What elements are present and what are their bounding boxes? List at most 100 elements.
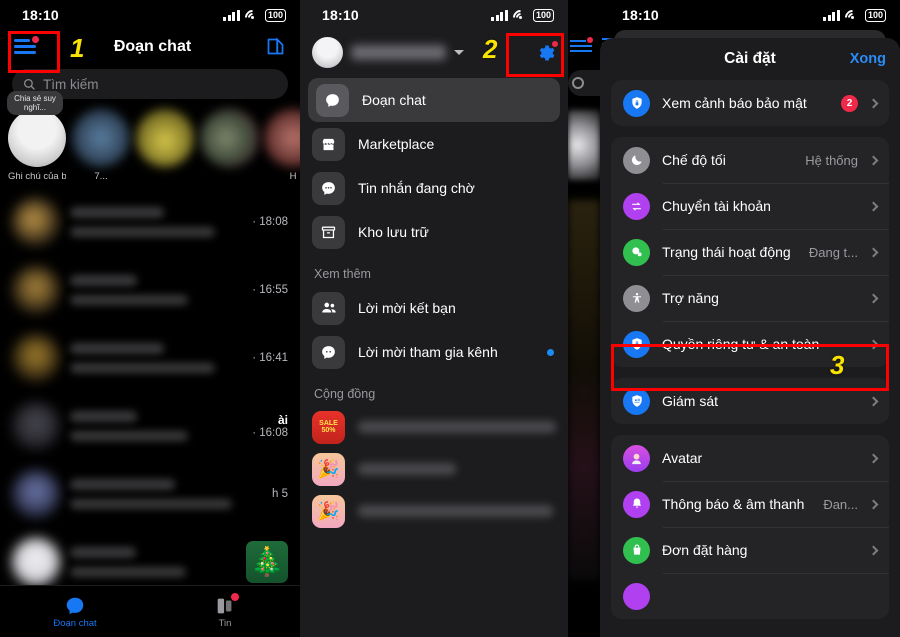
wifi-icon: [241, 6, 264, 28]
chat-timestamp: · 16:41: [252, 352, 288, 364]
settings-row-notifications[interactable]: Thông báo & âm thanh Đan...: [611, 481, 889, 527]
background-chat-peek: [568, 0, 600, 637]
note-bubble: Chia sẻ suy nghĩ...: [7, 91, 63, 115]
tab-chats[interactable]: Đoạn chat: [0, 586, 150, 637]
hamburger-menu-icon[interactable]: [14, 35, 40, 57]
panel-drawer-menu: 18:10 100 Đoạn chat Marketplace Tin nhắn…: [300, 0, 600, 637]
sidebar-item-archive[interactable]: Kho lưu trữ: [300, 210, 568, 254]
settings-row-switch-account[interactable]: Chuyển tài khoản: [611, 183, 889, 229]
table-row[interactable]: · 16:55: [0, 256, 300, 324]
chevron-right-icon: [868, 499, 879, 509]
privacy-lock-icon: [623, 330, 650, 358]
settings-row-label: Avatar: [662, 450, 703, 466]
story-item[interactable]: H: [264, 109, 300, 182]
annotation-step-1: 1: [70, 33, 85, 63]
settings-row-security-alerts[interactable]: Xem cảnh báo bảo mật 2: [611, 80, 889, 126]
settings-row-label: Trạng thái hoạt động: [662, 244, 791, 260]
sidebar-item-label: Tin nhắn đang chờ: [358, 180, 475, 196]
settings-row-dark-mode[interactable]: Chế độ tối Hệ thống: [611, 137, 889, 183]
list-item[interactable]: [300, 490, 568, 532]
settings-row-label: Xem cảnh báo bảo mật: [662, 95, 807, 111]
list-item[interactable]: [300, 448, 568, 490]
settings-group: Chế độ tối Hệ thống Chuyển tài khoản Trạ…: [611, 137, 889, 367]
table-row[interactable]: · 16:41: [0, 324, 300, 392]
chat-bubble-icon: [64, 595, 86, 615]
story-item[interactable]: Chia sẻ suy nghĩ... Ghi chú của b...: [7, 91, 66, 182]
section-header-community: Cộng đồng: [314, 387, 376, 401]
settings-row-orders[interactable]: Đơn đặt hàng: [611, 527, 889, 573]
christmas-tree-thumbnail: [246, 541, 288, 583]
sidebar-item-pending[interactable]: Tin nhắn đang chờ: [300, 166, 568, 210]
story-item[interactable]: 7...: [72, 109, 130, 182]
unread-indicator-dot: [547, 348, 554, 356]
sidebar-item-marketplace[interactable]: Marketplace: [300, 122, 568, 166]
chat-rows: · 18:08 · 16:55 · 16:41 ài · 16:08 h 5 🎄: [0, 188, 300, 596]
sidebar-item-channel-invites[interactable]: Lời mời tham gia kênh: [300, 330, 568, 374]
settings-row-avatar[interactable]: Avatar: [611, 435, 889, 481]
settings-row-value: Đan...: [823, 496, 858, 512]
people-icon: [312, 291, 345, 325]
chat-timestamp: · 16:08: [252, 427, 288, 439]
table-row[interactable]: ài · 16:08: [0, 392, 300, 460]
tab-label: Tin: [218, 617, 232, 629]
sidebar-item-friend-requests[interactable]: Lời mời kết bạn: [300, 286, 568, 330]
chevron-right-icon: [868, 247, 879, 257]
battery-icon: 100: [532, 8, 554, 22]
story-label: 7...: [94, 171, 108, 182]
drawer-profile-header[interactable]: [300, 30, 568, 78]
chat-name-fragment: ài: [277, 413, 288, 427]
storefront-icon: [312, 127, 345, 161]
chat-timestamp: · 16:55: [252, 284, 288, 296]
active-status-icon: [623, 238, 650, 266]
table-row[interactable]: h 5: [0, 460, 300, 528]
chat-timestamp: · 18:08: [252, 216, 288, 228]
sidebar-item-label: Marketplace: [358, 136, 435, 152]
chevron-right-icon: [868, 453, 879, 463]
status-indicators: 100: [223, 6, 286, 28]
table-row[interactable]: · 18:08: [0, 188, 300, 256]
wifi-icon: [509, 6, 532, 28]
story-item[interactable]: [200, 109, 258, 182]
supervision-icon: [623, 387, 650, 415]
compose-icon[interactable]: [265, 36, 286, 57]
battery-icon: 100: [864, 8, 886, 22]
story-thumbnail: [8, 109, 66, 167]
gear-icon[interactable]: [532, 40, 558, 66]
list-item[interactable]: [300, 406, 568, 448]
chat-list-header: Đoạn chat: [0, 30, 300, 65]
tab-label: Đoạn chat: [53, 617, 97, 629]
story-thumbnail: [264, 109, 300, 167]
switch-account-icon: [623, 192, 650, 220]
wifi-icon: [841, 6, 864, 28]
drawer: 18:10 100 Đoạn chat Marketplace Tin nhắn…: [300, 0, 568, 637]
archive-icon: [312, 215, 345, 249]
avatar: [12, 198, 60, 246]
status-badge: [231, 592, 239, 601]
party-icon: [312, 494, 345, 528]
sidebar-item-chats[interactable]: Đoạn chat: [308, 78, 560, 122]
settings-row-privacy-safety[interactable]: Quyền riêng tư & an toàn: [611, 321, 889, 367]
sidebar-item-label: Lời mời tham gia kênh: [358, 344, 498, 360]
gear-notification-dot: [552, 40, 558, 47]
story-item[interactable]: [136, 109, 194, 182]
chevron-right-icon: [868, 201, 879, 211]
status-indicators: 100: [491, 6, 554, 28]
settings-row-active-status[interactable]: Trạng thái hoạt động Đang t...: [611, 229, 889, 275]
annotation-step-3: 3: [830, 350, 845, 380]
chevron-down-icon[interactable]: [454, 50, 464, 55]
profile-name: [351, 45, 446, 60]
status-badge: 2: [841, 94, 858, 112]
story-thumbnail: [200, 109, 258, 167]
shield-lock-icon: [623, 89, 650, 117]
chevron-right-icon: [868, 339, 879, 349]
done-button[interactable]: Xong: [850, 51, 886, 67]
chat-timestamp: h 5: [272, 488, 288, 500]
chevron-right-icon: [868, 98, 879, 108]
settings-row-partial[interactable]: [611, 573, 889, 619]
orders-bag-icon: [623, 536, 650, 564]
settings-row-accessibility[interactable]: Trợ năng: [611, 275, 889, 321]
tab-stories[interactable]: Tin: [150, 586, 300, 637]
settings-group: Giám sát: [611, 378, 889, 424]
settings-row-supervision[interactable]: Giám sát: [611, 378, 889, 424]
chat-bubble-icon: [316, 83, 349, 117]
